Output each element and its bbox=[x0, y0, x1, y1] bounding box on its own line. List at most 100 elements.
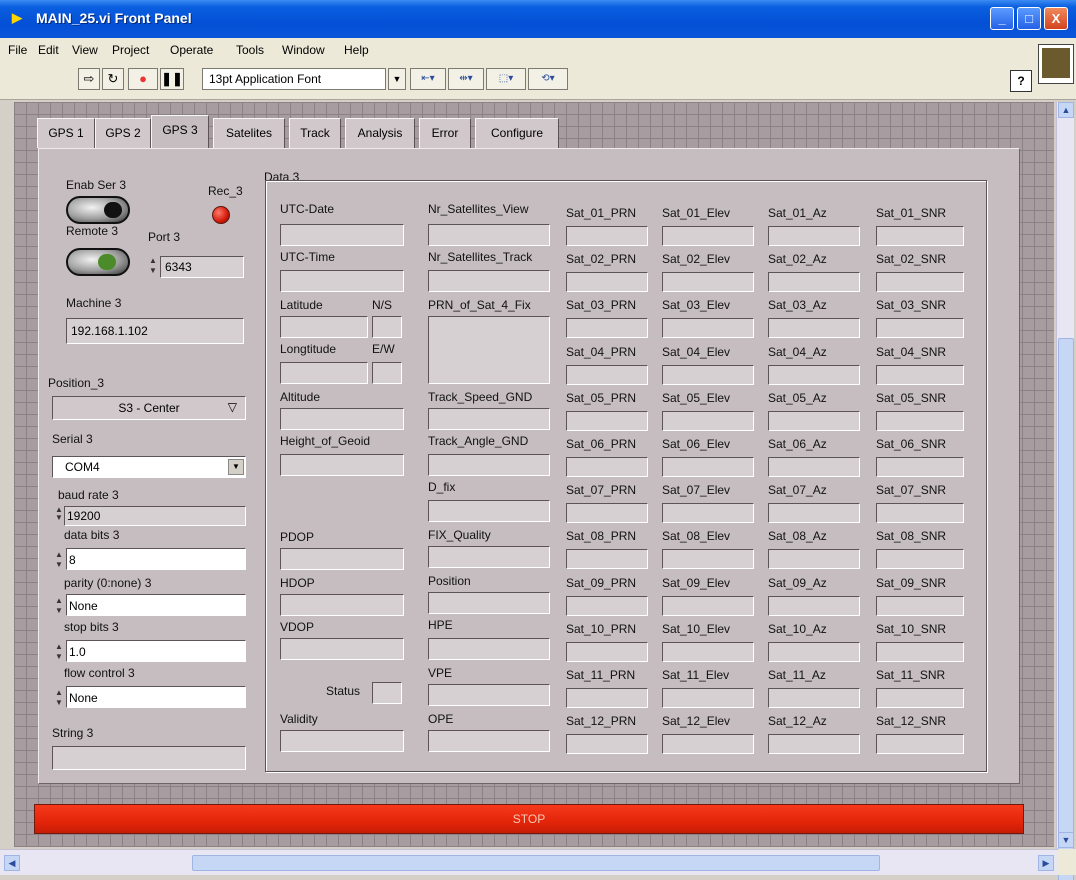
sat-az-field bbox=[768, 457, 860, 477]
toolbar: ⇨ ↻ ● ❚❚ 13pt Application Font ▼ ⇤▾ ⇹▾ ⬚… bbox=[0, 62, 1076, 100]
scroll-down-icon[interactable]: ▼ bbox=[1058, 832, 1074, 848]
tab-track[interactable]: Track bbox=[289, 118, 341, 148]
resize-grip-icon[interactable] bbox=[1058, 849, 1076, 875]
speed-field bbox=[428, 408, 550, 430]
position-selector[interactable]: S3 - Center ▽ bbox=[52, 396, 246, 420]
fixq-label: FIX_Quality bbox=[428, 528, 491, 542]
font-dropdown-arrow-icon[interactable]: ▼ bbox=[388, 68, 406, 90]
tab-configure[interactable]: Configure bbox=[475, 118, 559, 148]
prn-fix-field bbox=[428, 316, 550, 384]
font-selector[interactable]: 13pt Application Font bbox=[202, 68, 386, 90]
menu-help[interactable]: Help bbox=[344, 43, 369, 57]
horizontal-scroll-thumb[interactable] bbox=[192, 855, 880, 871]
remote-toggle[interactable] bbox=[66, 248, 130, 276]
sat-elev-label: Sat_06_Elev bbox=[662, 437, 731, 451]
machine-field[interactable]: 192.168.1.102 bbox=[66, 318, 244, 344]
port-spin-icon[interactable]: ▲ ▼ bbox=[146, 256, 160, 278]
sat-az-field bbox=[768, 734, 860, 754]
tab-analysis[interactable]: Analysis bbox=[345, 118, 415, 148]
serial-label: Serial 3 bbox=[52, 432, 93, 446]
port-field[interactable]: 6343 bbox=[160, 256, 244, 278]
menu-project[interactable]: Project bbox=[112, 43, 149, 57]
parity-field[interactable]: None bbox=[66, 594, 246, 616]
sat-snr-label: Sat_01_SNR bbox=[876, 206, 947, 220]
pdop-field bbox=[280, 548, 404, 570]
vertical-scrollbar[interactable]: ▲ ▼ bbox=[1056, 102, 1074, 880]
sat-prn-field bbox=[566, 411, 648, 431]
sat-prn-field bbox=[566, 318, 648, 338]
tab-gps3[interactable]: GPS 3 bbox=[151, 115, 209, 149]
resize-objects-icon[interactable]: ⬚▾ bbox=[486, 68, 526, 90]
maximize-button[interactable]: □ bbox=[1017, 7, 1041, 30]
sat-elev-label: Sat_09_Elev bbox=[662, 576, 731, 590]
sat-elev-label: Sat_04_Elev bbox=[662, 345, 731, 359]
baud-field[interactable]: 19200 bbox=[64, 506, 246, 526]
height-geoid-field bbox=[280, 454, 404, 476]
flow-field[interactable]: None bbox=[66, 686, 246, 708]
run-arrow-icon[interactable]: ⇨ bbox=[78, 68, 100, 90]
menu-window[interactable]: Window bbox=[282, 43, 325, 57]
tab-gps2[interactable]: GPS 2 bbox=[95, 118, 151, 148]
status-label: Status bbox=[326, 684, 361, 698]
menu-view[interactable]: View bbox=[72, 43, 98, 57]
vi-icon bbox=[1038, 44, 1074, 84]
sat-elev-label: Sat_10_Elev bbox=[662, 622, 731, 636]
string-label: String 3 bbox=[52, 726, 94, 740]
menu-operate[interactable]: Operate bbox=[170, 43, 213, 57]
dfix-field bbox=[428, 500, 550, 522]
sat-elev-label: Sat_01_Elev bbox=[662, 206, 731, 220]
string-field[interactable] bbox=[52, 746, 246, 770]
pause-icon[interactable]: ❚❚ bbox=[160, 68, 184, 90]
stopbits-spin-icon[interactable]: ▲ ▼ bbox=[52, 642, 66, 664]
remote-label: Remote 3 bbox=[66, 224, 119, 238]
minimize-button[interactable]: _ bbox=[990, 7, 1014, 30]
distribute-objects-icon[interactable]: ⇹▾ bbox=[448, 68, 484, 90]
sat-elev-field bbox=[662, 596, 754, 616]
sat-elev-field bbox=[662, 457, 754, 477]
stop-button[interactable]: STOP bbox=[34, 804, 1024, 834]
sat-snr-field bbox=[876, 411, 964, 431]
sat-az-field bbox=[768, 688, 860, 708]
reorder-icon[interactable]: ⟲▾ bbox=[528, 68, 568, 90]
databits-field[interactable]: 8 bbox=[66, 548, 246, 570]
labview-window: ▶ MAIN_25.vi Front Panel _ □ X File Edit… bbox=[0, 0, 1076, 880]
sat-snr-label: Sat_11_SNR bbox=[876, 668, 946, 682]
menu-edit[interactable]: Edit bbox=[38, 43, 59, 57]
sat-az-label: Sat_08_Az bbox=[768, 529, 827, 543]
parity-spin-icon[interactable]: ▲ ▼ bbox=[52, 596, 66, 618]
sat-elev-label: Sat_05_Elev bbox=[662, 391, 731, 405]
sat-prn-field bbox=[566, 272, 648, 292]
sat-prn-field bbox=[566, 734, 648, 754]
scroll-right-icon[interactable]: ▶ bbox=[1038, 855, 1054, 871]
tab-satelites[interactable]: Satelites bbox=[213, 118, 285, 148]
vertical-scroll-thumb[interactable] bbox=[1058, 338, 1074, 880]
align-objects-icon[interactable]: ⇤▾ bbox=[410, 68, 446, 90]
databits-label: data bits 3 bbox=[64, 528, 120, 542]
sat-view-label: Nr_Satellites_View bbox=[428, 202, 529, 216]
ew-label: E/W bbox=[372, 342, 395, 356]
databits-spin-icon[interactable]: ▲ ▼ bbox=[52, 550, 66, 572]
flow-spin-icon[interactable]: ▲ ▼ bbox=[52, 688, 66, 710]
sat-prn-label: Sat_03_PRN bbox=[566, 298, 637, 312]
sat-elev-field bbox=[662, 272, 754, 292]
run-continuously-icon[interactable]: ↻ bbox=[102, 68, 124, 90]
sat-snr-label: Sat_04_SNR bbox=[876, 345, 947, 359]
sat-prn-label: Sat_10_PRN bbox=[566, 622, 637, 636]
tab-error[interactable]: Error bbox=[419, 118, 471, 148]
stopbits-field[interactable]: 1.0 bbox=[66, 640, 246, 662]
sat-prn-label: Sat_01_PRN bbox=[566, 206, 637, 220]
sat-track-label: Nr_Satellites_Track bbox=[428, 250, 533, 264]
menu-tools[interactable]: Tools bbox=[236, 43, 264, 57]
serial-field[interactable]: COM4 bbox=[52, 456, 246, 478]
serial-dropdown-icon[interactable]: ▼ bbox=[228, 459, 244, 475]
scroll-left-icon[interactable]: ◀ bbox=[4, 855, 20, 871]
scroll-up-icon[interactable]: ▲ bbox=[1058, 102, 1074, 118]
abort-icon[interactable]: ● bbox=[128, 68, 158, 90]
close-button[interactable]: X bbox=[1044, 7, 1068, 30]
menu-file[interactable]: File bbox=[8, 43, 27, 57]
tab-gps1[interactable]: GPS 1 bbox=[37, 118, 95, 148]
horizontal-scrollbar[interactable]: ◀ ▶ bbox=[0, 849, 1058, 875]
help-button[interactable]: ? bbox=[1010, 70, 1032, 92]
enab-ser-toggle[interactable] bbox=[66, 196, 130, 224]
sat-elev-label: Sat_07_Elev bbox=[662, 483, 731, 497]
